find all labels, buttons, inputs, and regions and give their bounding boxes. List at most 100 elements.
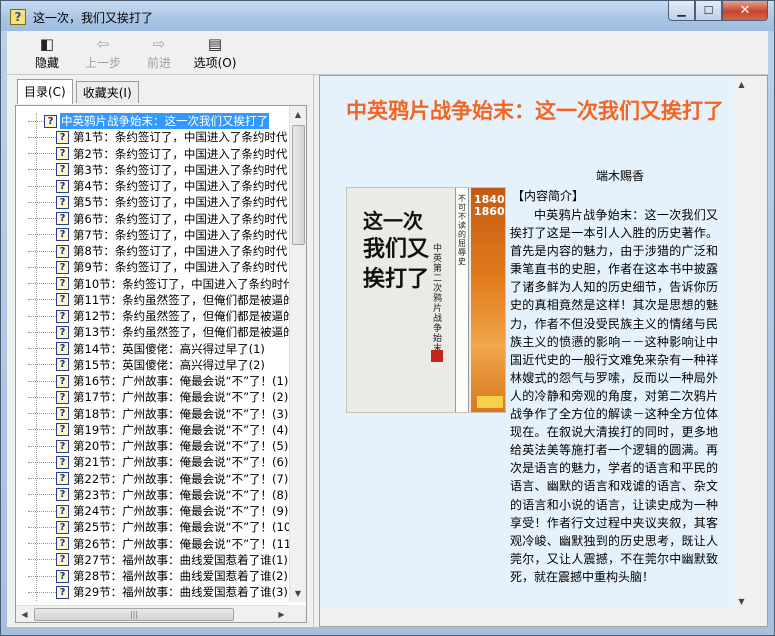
minimize-button[interactable]: ▁ (668, 1, 695, 21)
scroll-down-icon[interactable]: ▼ (733, 593, 750, 610)
tree-item[interactable]: ? 第12节：条约虽然签了，但俺们都是被逼的 (24, 308, 290, 324)
tree-item[interactable]: ? 第16节：广州故事：俺最会说“不”了！(1) (24, 373, 290, 389)
help-topic-icon: ? (56, 585, 69, 599)
tree-connector (28, 136, 56, 138)
hide-button[interactable]: ◧ 隐藏 (21, 31, 73, 71)
navigation-pane: 目录(C) 收藏夹(I) ? 中英鸦片战争始末：这一次我们又挨打了? 第1节：条约签… (7, 75, 313, 627)
scroll-up-icon[interactable]: ▲ (733, 76, 750, 93)
section-heading: 【内容简介】 (512, 189, 585, 203)
tree-item[interactable]: ? 第11节：条约虽然签了，但俺们都是被逼的 (24, 292, 290, 308)
topic-vertical-scrollbar[interactable]: ▲ ▼ (733, 76, 750, 610)
scroll-left-icon[interactable]: ◀ (16, 606, 33, 623)
tree-item-label: 第9节：条约签订了，中国进入了条约时代 (73, 260, 288, 275)
hide-label: 隐藏 (34, 56, 59, 70)
tree-item-label: 第23节：广州故事：俺最会说“不”了！(8) (73, 487, 289, 502)
tree-item[interactable]: ? 第25节：广州故事：俺最会说“不”了！(10) (24, 519, 290, 535)
topic-content: 中英鸦片战争始末：这一次我们又挨打了 端木赐香 这一次 我们又 挨打了 中英第二… (320, 76, 750, 610)
title-bar[interactable]: ? 这一次，我们又挨打了 ▁ ☐ ✕ (1, 1, 774, 31)
back-button[interactable]: ⇦ 上一步 (77, 31, 129, 71)
tree-item[interactable]: ? 第18节：广州故事：俺最会说“不”了！(3) (24, 406, 290, 422)
tree-item[interactable]: ? 第10节：条约签订了，中国进入了条约时代 (24, 276, 290, 292)
tree-item[interactable]: ? 第2节：条约签订了，中国进入了条约时代 (24, 146, 290, 162)
tree-connector (28, 250, 56, 252)
tree-item[interactable]: ? 第17节：广州故事：俺最会说“不”了！(2) (24, 389, 290, 405)
tree-item[interactable]: ? 第3节：条约签订了，中国进入了条约时代 (24, 162, 290, 178)
scroll-down-icon[interactable]: ▼ (290, 585, 306, 602)
help-topic-icon: ? (56, 309, 69, 323)
toolbar: ◧ 隐藏 ⇦ 上一步 ⇨ 前进 ▤ 选项(O) (7, 31, 768, 75)
tree-connector (28, 185, 56, 187)
tree-item[interactable]: ? 第22节：广州故事：俺最会说“不”了！(7) (24, 471, 290, 487)
tree-item[interactable]: ? 第1节：条约签订了，中国进入了条约时代 (24, 129, 290, 145)
tree-item-label: 第15节：英国傻佬：高兴得过早了(2) (73, 357, 265, 372)
maximize-button[interactable]: ☐ (695, 1, 722, 21)
tree-item[interactable]: ? 第6节：条约签订了，中国进入了条约时代 (24, 211, 290, 227)
help-topic-icon: ? (56, 358, 69, 372)
tree-item-label: 第22节：广州故事：俺最会说“不”了！(7) (73, 471, 289, 486)
tree-item-label: 第29节：福州故事：曲线爱国惹着了谁(3) (73, 585, 288, 600)
help-topic-icon: ? (56, 504, 69, 518)
tree-connector (28, 380, 56, 382)
tree-item[interactable]: ? 第5节：条约签订了，中国进入了条约时代 (24, 194, 290, 210)
tree-item[interactable]: ? 第21节：广州故事：俺最会说“不”了！(6) (24, 454, 290, 470)
tree-item[interactable]: ? 第4节：条约签订了，中国进入了条约时代 (24, 178, 290, 194)
help-topic-icon: ? (56, 244, 69, 258)
help-topic-icon: ? (56, 374, 69, 388)
scroll-up-icon[interactable]: ▲ (290, 106, 306, 123)
tree-connector (28, 461, 56, 463)
cover-orange-band: 1840-1860 (471, 188, 505, 412)
tree-connector (28, 169, 56, 171)
tree-item[interactable]: ? 第23节：广州故事：俺最会说“不”了！(8) (24, 487, 290, 503)
help-topic-icon: ? (56, 407, 69, 421)
tree-connector (28, 478, 56, 480)
help-topic-icon: ? (56, 212, 69, 226)
forward-button[interactable]: ⇨ 前进 (133, 31, 185, 71)
tree-item[interactable]: ? 第13节：条约虽然签了，但俺们都是被逼的 (24, 324, 290, 340)
cover-side-band: 不可不读的屈辱史 (455, 188, 469, 412)
tree-item-label: 第14节：英国傻佬：高兴得过早了(1) (73, 341, 265, 356)
tree-item[interactable]: ? 第28节：福州故事：曲线爱国惹着了谁(2) (24, 568, 290, 584)
help-topic-icon: ? (56, 342, 69, 356)
tree-item[interactable]: ? 第19节：广州故事：俺最会说“不”了！(4) (24, 422, 290, 438)
tab-favorites[interactable]: 收藏夹(I) (75, 81, 139, 103)
topic-title: 中英鸦片战争始末：这一次我们又挨打了 (346, 98, 724, 123)
tree-item[interactable]: ? 第24节：广州故事：俺最会说“不”了！(9) (24, 503, 290, 519)
tree-item-label: 第6节：条约签订了，中国进入了条约时代 (73, 211, 288, 226)
options-button[interactable]: ▤ 选项(O) (189, 31, 241, 71)
help-topic-icon: ? (56, 130, 69, 144)
tree-item[interactable]: ? 第29节：福州故事：曲线爱国惹着了谁(3) (24, 584, 290, 600)
options-label: 选项(O) (193, 56, 237, 70)
tree-item[interactable]: ? 第26节：广州故事：俺最会说“不”了！(11) (24, 536, 290, 552)
app-window: ? 这一次，我们又挨打了 ▁ ☐ ✕ ◧ 隐藏 ⇦ 上一步 ⇨ 前进 ▤ 选项(… (0, 0, 775, 636)
tree-connector (28, 299, 56, 301)
help-topic-icon: ? (44, 114, 57, 128)
tree-item-label: 第11节：条约虽然签了，但俺们都是被逼的 (73, 292, 290, 307)
tree-item-label: 第7节：条约签订了，中国进入了条约时代 (73, 227, 288, 242)
tree-item[interactable]: ? 第14节：英国傻佬：高兴得过早了(1) (24, 341, 290, 357)
scroll-thumb[interactable] (292, 125, 305, 245)
book-cover-image: 这一次 我们又 挨打了 中英第二次鸦片战争始末 不可不读的屈辱史 1840-18… (346, 187, 506, 413)
tree-item[interactable]: ? 第8节：条约签订了，中国进入了条约时代 (24, 243, 290, 259)
horizontal-scroll-thumb[interactable]: ||| (34, 608, 234, 621)
tree-item[interactable]: ? 第15节：英国傻佬：高兴得过早了(2) (24, 357, 290, 373)
tree-item-label: 第26节：广州故事：俺最会说“不”了！(11) (73, 536, 290, 551)
tree-item[interactable]: ? 第27节：福州故事：曲线爱国惹着了谁(1) (24, 552, 290, 568)
tree-item[interactable]: ? 第7节：条约签订了，中国进入了条约时代 (24, 227, 290, 243)
close-button[interactable]: ✕ (722, 1, 768, 21)
tab-contents[interactable]: 目录(C) (17, 79, 73, 104)
scroll-right-icon[interactable]: ▶ (273, 606, 290, 623)
nav-tabs: 目录(C) 收藏夹(I) (17, 79, 142, 105)
cover-calligraphy-line: 挨打了 (363, 266, 430, 292)
tree-connector (28, 429, 56, 431)
tree-item-label: 第8节：条约签订了，中国进入了条约时代 (73, 244, 288, 259)
tree-horizontal-scrollbar[interactable]: ◀ ||| ▶ (16, 605, 290, 622)
tree-vertical-scrollbar[interactable]: ▲ ▼ (289, 106, 306, 602)
cover-calligraphy-line: 这一次 (363, 209, 423, 233)
tree-connector (28, 494, 56, 496)
tree-item-label: 第3节：条约签订了，中国进入了条约时代 (73, 162, 288, 177)
tree-item[interactable]: ? 第9节：条约签订了，中国进入了条约时代 (24, 259, 290, 275)
tree-item-label: 第21节：广州故事：俺最会说“不”了！(6) (73, 455, 289, 470)
tree-connector (28, 315, 56, 317)
tree-item[interactable]: ? 第20节：广州故事：俺最会说“不”了！(5) (24, 438, 290, 454)
tree-item[interactable]: ? 中英鸦片战争始末：这一次我们又挨打了 (24, 113, 290, 130)
